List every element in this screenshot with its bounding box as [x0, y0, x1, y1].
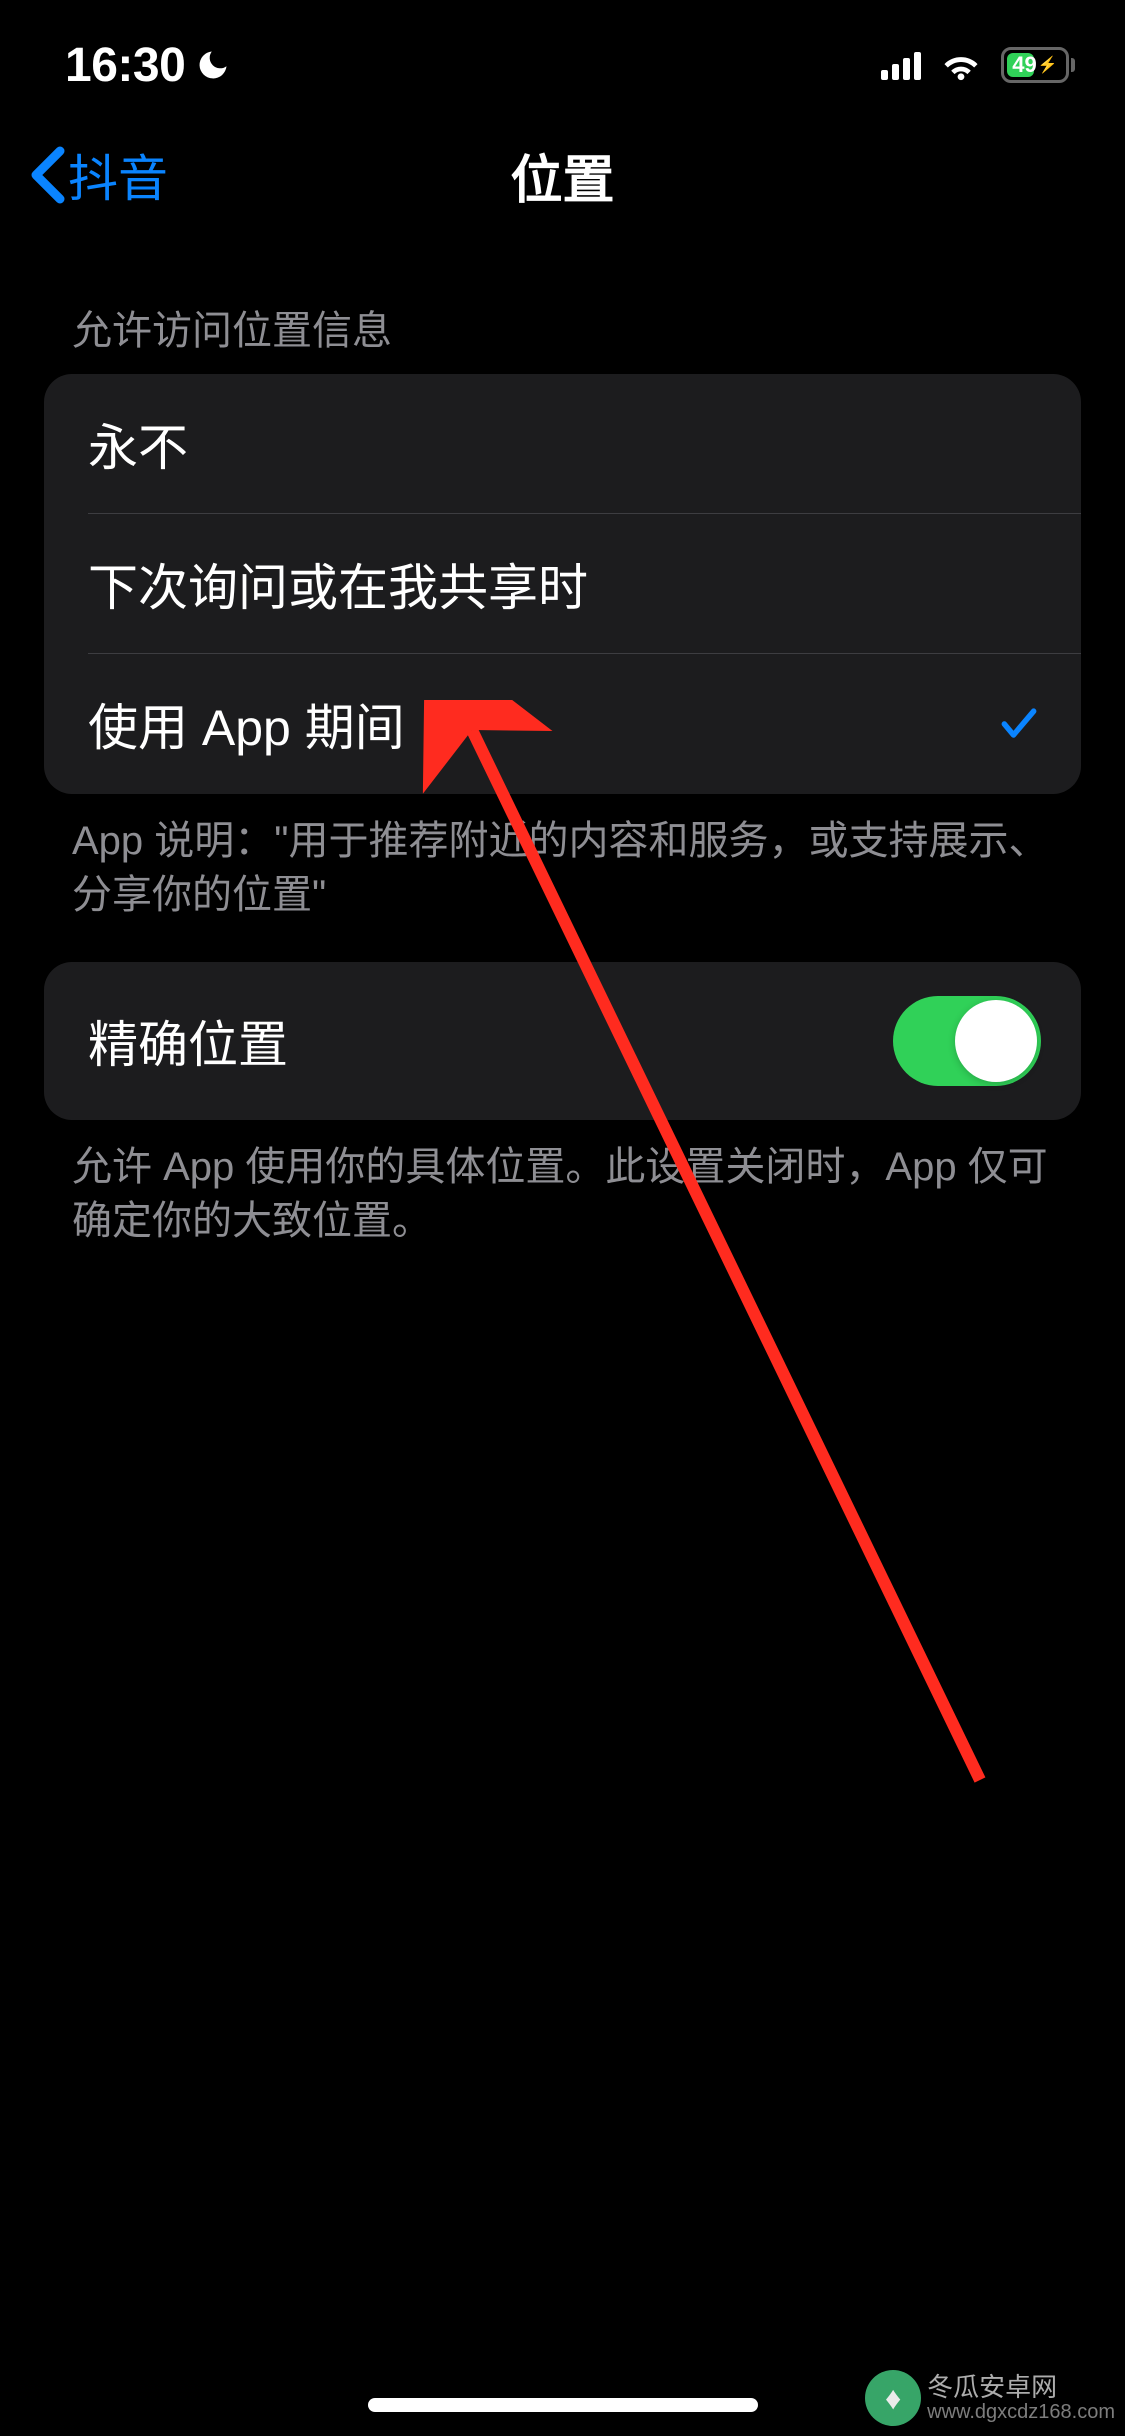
location-options-group: 永不 下次询问或在我共享时 使用 App 期间	[44, 374, 1081, 794]
status-right: 49⚡	[881, 47, 1075, 83]
toggle-knob	[955, 1000, 1037, 1082]
back-button[interactable]: 抖音	[30, 139, 168, 211]
content-area: 允许访问位置信息 永不 下次询问或在我共享时 使用 App 期间 App 说明：…	[0, 240, 1125, 1288]
watermark-name: 冬瓜安卓网	[927, 2373, 1115, 2402]
battery-percent: 49	[1012, 52, 1036, 78]
option-label: 永不	[88, 408, 188, 480]
home-indicator[interactable]	[368, 2398, 758, 2412]
navigation-bar: 抖音 位置	[0, 110, 1125, 240]
precise-location-label: 精确位置	[88, 1005, 288, 1077]
watermark: ♦ 冬瓜安卓网 www.dgxcdz168.com	[865, 2370, 1115, 2426]
option-label: 下次询问或在我共享时	[88, 548, 588, 620]
precise-section-footer: 允许 App 使用你的具体位置。此设置关闭时，App 仅可确定你的大致位置。	[44, 1120, 1081, 1288]
status-left: 16:30	[65, 38, 231, 93]
status-bar: 16:30 49⚡	[0, 0, 1125, 110]
wifi-icon	[939, 49, 983, 81]
watermark-url: www.dgxcdz168.com	[927, 2401, 1115, 2423]
location-option-ask-next-time[interactable]: 下次询问或在我共享时	[44, 514, 1081, 654]
precise-location-toggle[interactable]	[893, 996, 1041, 1086]
chevron-left-icon	[30, 145, 66, 205]
cellular-signal-icon	[881, 50, 921, 80]
checkmark-icon	[997, 702, 1041, 746]
watermark-logo-icon: ♦	[865, 2370, 921, 2426]
back-label: 抖音	[68, 139, 168, 211]
option-label: 使用 App 期间	[88, 688, 405, 760]
location-access-header: 允许访问位置信息	[44, 280, 1081, 374]
location-option-never[interactable]: 永不	[44, 374, 1081, 514]
page-title: 位置	[510, 138, 614, 213]
status-time: 16:30	[65, 38, 185, 93]
location-section-footer: App 说明："用于推荐附近的内容和服务，或支持展示、分享你的位置"	[44, 794, 1081, 962]
do-not-disturb-icon	[195, 47, 231, 83]
precise-location-group: 精确位置	[44, 962, 1081, 1120]
location-option-while-using[interactable]: 使用 App 期间	[44, 654, 1081, 794]
battery-indicator: 49⚡	[1001, 47, 1075, 83]
precise-location-row[interactable]: 精确位置	[44, 962, 1081, 1120]
